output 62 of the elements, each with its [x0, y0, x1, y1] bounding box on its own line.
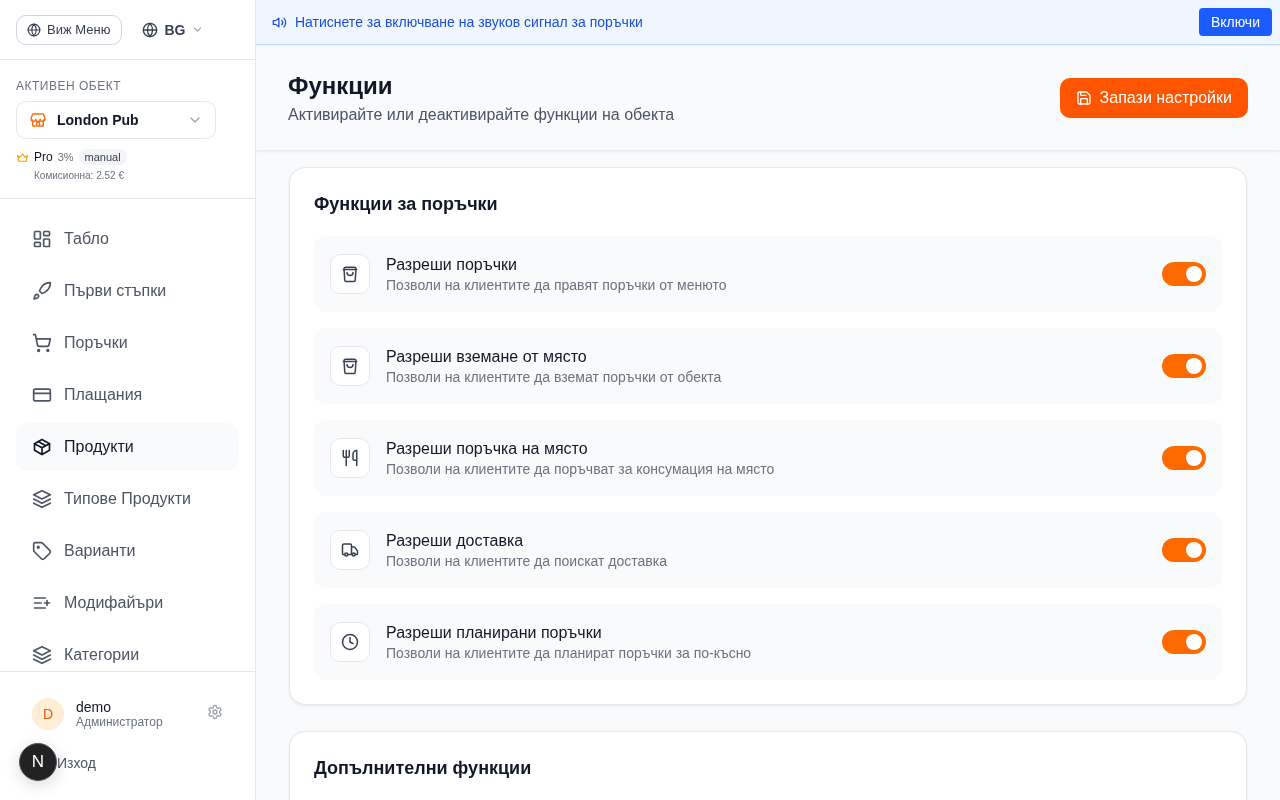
feature-title: Разреши поръчка на място	[386, 439, 589, 458]
shopping-bag-icon	[341, 357, 359, 375]
feature-title: Разреши вземане от място	[386, 347, 588, 366]
store-icon	[29, 111, 47, 129]
package-icon	[32, 437, 52, 457]
user-avatar: D	[32, 698, 64, 730]
commission-text: Комисионна: 2.52 €	[34, 170, 124, 181]
globe-icon	[27, 22, 41, 37]
clock-icon	[341, 633, 359, 651]
toggle-switch[interactable]	[1162, 630, 1206, 654]
feature-description: Позволи на клиентите да правят поръчки от менюто	[386, 276, 728, 293]
credit-card-icon	[32, 385, 52, 405]
toggle-switch[interactable]	[1162, 354, 1206, 378]
sidebar-item[interactable]: Първи стъпки	[16, 267, 239, 315]
user-name: demo	[76, 699, 113, 715]
sidebar-item[interactable]: Табло	[16, 215, 239, 263]
enable-button[interactable]: Включи	[1198, 8, 1272, 36]
dashboard-icon	[32, 229, 52, 249]
tag-icon	[32, 541, 52, 561]
user-role: Администратор	[76, 715, 164, 729]
page-subtitle: Активирайте или деактивирайте функции на обекта	[288, 106, 676, 124]
view-menu-button[interactable]: Виж Меню	[16, 14, 123, 45]
feature-title: Разреши поръчки	[386, 255, 518, 274]
feature-description: Позволи на клиентите да планират поръчки за по-късно	[386, 644, 753, 661]
save-icon	[1075, 90, 1092, 106]
toggle-switch[interactable]	[1162, 446, 1206, 470]
logout-link[interactable]: Изход	[57, 755, 96, 771]
venue-selector[interactable]: London Pub	[16, 101, 216, 139]
page-title: Функции	[288, 72, 394, 100]
layers-icon	[32, 489, 52, 509]
toggle-switch[interactable]	[1162, 538, 1206, 562]
sidebar-item[interactable]: Варианти	[16, 527, 239, 575]
rocket-icon	[32, 281, 52, 301]
globe-icon	[142, 21, 159, 38]
cart-icon	[32, 333, 52, 353]
feature-description: Позволи на клиентите да вземат поръчки от обекта	[386, 368, 723, 385]
shopping-bag-icon	[341, 265, 359, 283]
sidebar-item[interactable]: Плащания	[16, 371, 239, 419]
feature-title: Разреши планирани поръчки	[386, 623, 603, 642]
sidebar-item[interactable]: Категории	[16, 631, 239, 671]
sidebar-item[interactable]: Типове Продукти	[16, 475, 239, 523]
language-selector[interactable]: BG	[134, 21, 213, 38]
active-venue-label: АКТИВЕН ОБЕКТ	[16, 79, 121, 93]
settings-icon	[207, 704, 223, 720]
dev-indicator-badge[interactable]: N	[19, 743, 57, 781]
banner-text: Натиснете за включване на звуков сигнал за поръчки	[295, 14, 644, 30]
plan-mode-badge: manual	[78, 149, 127, 165]
layers-icon	[32, 645, 52, 665]
crown-icon	[16, 150, 29, 164]
section-title: Функции за поръчки	[314, 193, 499, 216]
sidebar-item[interactable]: Продукти	[16, 423, 239, 471]
section-title: Допълнителни функции	[314, 757, 533, 780]
feature-description: Позволи на клиентите да поискат доставка	[386, 552, 668, 569]
feature-description: Позволи на клиентите да поръчват за консумация на място	[386, 460, 776, 477]
plan-name: Pro	[34, 150, 53, 164]
sidebar-item[interactable]: Модифайъри	[16, 579, 239, 627]
plan-rate: 3%	[57, 151, 74, 163]
toggle-switch[interactable]	[1162, 262, 1206, 286]
utensils-icon	[341, 449, 359, 467]
truck-icon	[341, 541, 359, 559]
sidebar-item[interactable]: Поръчки	[16, 319, 239, 367]
feature-title: Разреши доставка	[386, 531, 525, 550]
